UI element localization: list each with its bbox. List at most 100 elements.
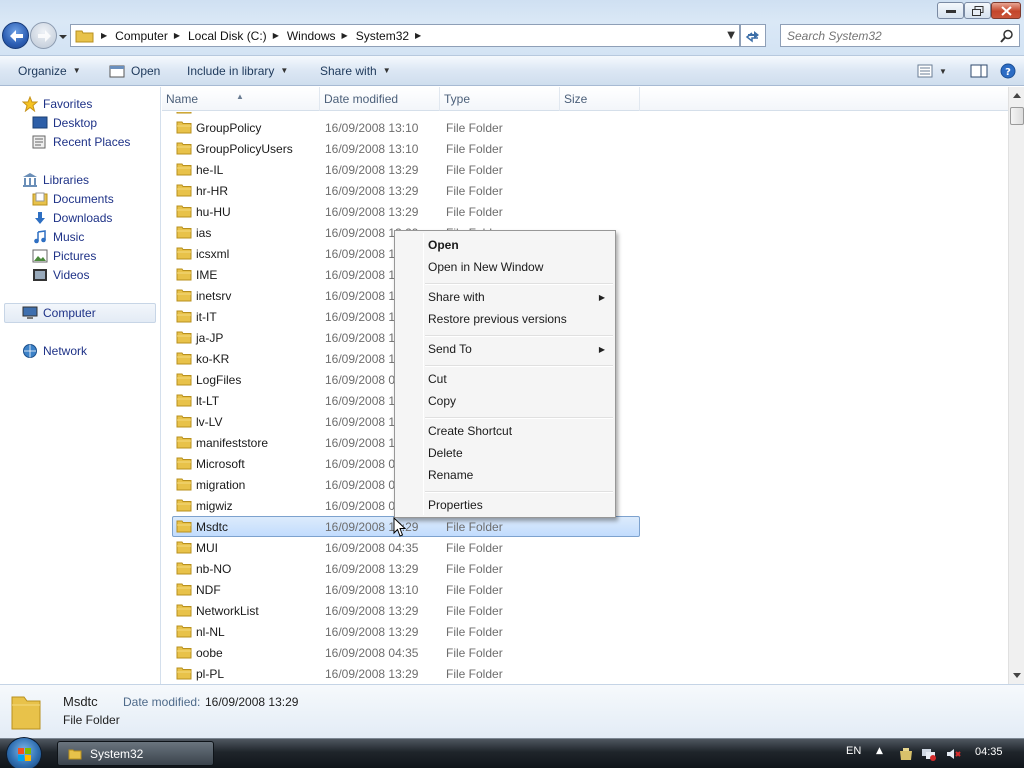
file-name[interactable]: hr-HR xyxy=(196,184,228,198)
taskbar-window-button[interactable]: System32 xyxy=(57,741,214,766)
breadcrumb-separator-icon[interactable]: ▶ xyxy=(273,31,279,40)
help-button[interactable]: ? xyxy=(1000,56,1016,86)
column-header-size[interactable]: Size xyxy=(560,87,640,111)
recent-pages-button[interactable] xyxy=(58,31,68,41)
file-name[interactable]: nl-NL xyxy=(196,625,225,639)
table-row[interactable]: NetworkList 16/09/2008 13:29 File Folder xyxy=(162,600,640,621)
menu-item-open-new-window[interactable]: Open in New Window xyxy=(428,260,543,274)
file-name[interactable]: nb-NO xyxy=(196,562,231,576)
file-name[interactable]: icsxml xyxy=(196,247,229,261)
open-button[interactable]: Open xyxy=(109,56,160,86)
file-name[interactable]: pl-PL xyxy=(196,667,224,681)
table-row[interactable]: MUI 16/09/2008 04:35 File Folder xyxy=(162,537,640,558)
file-name[interactable]: IME xyxy=(196,268,217,282)
menu-item-copy[interactable]: Copy xyxy=(428,394,456,408)
file-name[interactable]: lt-LT xyxy=(196,394,219,408)
breadcrumb-separator-icon[interactable]: ▶ xyxy=(101,31,107,40)
nav-recent-places[interactable]: Recent Places xyxy=(32,133,130,151)
restore-button[interactable] xyxy=(964,2,991,19)
menu-item-restore-previous-versions[interactable]: Restore previous versions xyxy=(428,312,567,326)
table-row[interactable]: hr-HR 16/09/2008 13:29 File Folder xyxy=(162,180,640,201)
table-row[interactable]: he-IL 16/09/2008 13:29 File Folder xyxy=(162,159,640,180)
action-center-icon[interactable] xyxy=(898,747,914,761)
file-name[interactable]: ko-KR xyxy=(196,352,229,366)
file-name[interactable]: Msdtc xyxy=(196,520,228,534)
file-name[interactable]: ja-JP xyxy=(196,331,223,345)
include-in-library-button[interactable]: Include in library ▼ xyxy=(187,56,288,86)
file-name[interactable]: it-IT xyxy=(196,310,217,324)
column-header-name[interactable]: Name ▲ xyxy=(162,87,320,111)
menu-item-rename[interactable]: Rename xyxy=(428,468,473,482)
preview-pane-button[interactable] xyxy=(970,56,988,86)
menu-item-cut[interactable]: Cut xyxy=(428,372,447,386)
menu-item-open[interactable]: Open xyxy=(428,238,459,252)
file-name[interactable]: GroupPolicyUsers xyxy=(196,142,293,156)
file-name[interactable]: NetworkList xyxy=(196,604,259,618)
table-row[interactable]: hu-HU 16/09/2008 13:29 File Folder xyxy=(162,201,640,222)
table-row[interactable]: oobe 16/09/2008 04:35 File Folder xyxy=(162,642,640,663)
scroll-thumb[interactable] xyxy=(1010,107,1024,125)
column-header-type[interactable]: Type xyxy=(440,87,560,111)
file-name[interactable]: manifeststore xyxy=(196,436,268,450)
start-button[interactable] xyxy=(6,737,42,768)
file-name[interactable]: he-IL xyxy=(196,163,223,177)
breadcrumb-separator-icon[interactable]: ▶ xyxy=(415,31,421,40)
close-button[interactable] xyxy=(991,2,1021,19)
breadcrumb-separator-icon[interactable]: ▶ xyxy=(174,31,180,40)
file-name[interactable]: LogFiles xyxy=(196,373,241,387)
file-name[interactable]: GroupPolicy xyxy=(196,121,261,135)
nav-libraries[interactable]: Libraries xyxy=(22,171,89,189)
refresh-button[interactable] xyxy=(740,24,766,47)
nav-favorites[interactable]: Favorites xyxy=(22,95,92,113)
file-name[interactable]: hu-HU xyxy=(196,205,231,219)
breadcrumb-system32[interactable]: System32 xyxy=(356,29,409,43)
nav-music[interactable]: Music xyxy=(32,228,84,246)
search-input[interactable] xyxy=(787,28,997,43)
file-name[interactable]: MUI xyxy=(196,541,218,555)
file-name[interactable]: lv-LV xyxy=(196,415,222,429)
table-row[interactable]: NDF 16/09/2008 13:10 File Folder xyxy=(162,579,640,600)
file-name[interactable]: NDF xyxy=(196,583,221,597)
clock[interactable]: 04:35 xyxy=(975,746,1003,758)
table-row[interactable]: nb-NO 16/09/2008 13:29 File Folder xyxy=(162,558,640,579)
nav-network[interactable]: Network xyxy=(22,342,87,360)
show-hidden-icons-icon[interactable]: ▲ xyxy=(876,746,883,756)
breadcrumb-separator-icon[interactable]: ▶ xyxy=(342,31,348,40)
breadcrumb-local-disk[interactable]: Local Disk (C:) xyxy=(188,29,267,43)
search-icon[interactable] xyxy=(1000,29,1014,43)
column-header-date[interactable]: Date modified xyxy=(320,87,440,111)
nav-desktop[interactable]: Desktop xyxy=(32,114,97,132)
vertical-scrollbar[interactable] xyxy=(1008,87,1024,684)
organize-button[interactable]: Organize ▼ xyxy=(18,56,81,86)
table-row[interactable]: GroupPolicyUsers 16/09/2008 13:10 File Fol… xyxy=(162,138,640,159)
nav-downloads[interactable]: Downloads xyxy=(32,209,112,227)
breadcrumb-windows[interactable]: Windows xyxy=(287,29,336,43)
file-name[interactable]: inetsrv xyxy=(196,289,231,303)
nav-pictures[interactable]: Pictures xyxy=(32,247,96,265)
breadcrumb-computer[interactable]: Computer xyxy=(115,29,168,43)
menu-item-share-with[interactable]: Share with xyxy=(428,290,485,304)
nav-computer[interactable]: Computer xyxy=(22,304,96,322)
network-tray-icon[interactable] xyxy=(921,747,937,761)
language-indicator[interactable]: EN xyxy=(846,745,861,757)
share-with-button[interactable]: Share with ▼ xyxy=(320,56,391,86)
table-row[interactable]: nl-NL 16/09/2008 13:29 File Folder xyxy=(162,621,640,642)
search-box[interactable] xyxy=(780,24,1020,47)
scroll-up-button[interactable] xyxy=(1009,87,1024,104)
menu-item-properties[interactable]: Properties xyxy=(428,498,483,512)
address-dropdown-icon[interactable]: ▼ xyxy=(727,30,735,41)
file-name[interactable]: Microsoft xyxy=(196,457,245,471)
forward-button[interactable] xyxy=(30,22,57,49)
file-name[interactable]: migration xyxy=(196,478,245,492)
file-name[interactable]: oobe xyxy=(196,646,223,660)
change-view-button[interactable]: ▼ xyxy=(917,56,947,86)
menu-item-send-to[interactable]: Send To xyxy=(428,342,472,356)
table-row[interactable]: GroupPolicy 16/09/2008 13:10 File Folder xyxy=(162,117,640,138)
menu-item-create-shortcut[interactable]: Create Shortcut xyxy=(428,424,512,438)
file-name[interactable]: migwiz xyxy=(196,499,233,513)
nav-videos[interactable]: Videos xyxy=(32,266,89,284)
nav-documents[interactable]: Documents xyxy=(32,190,114,208)
table-row[interactable]: pl-PL 16/09/2008 13:29 File Folder xyxy=(162,663,640,684)
minimize-button[interactable] xyxy=(937,2,964,19)
volume-muted-icon[interactable] xyxy=(946,747,962,761)
